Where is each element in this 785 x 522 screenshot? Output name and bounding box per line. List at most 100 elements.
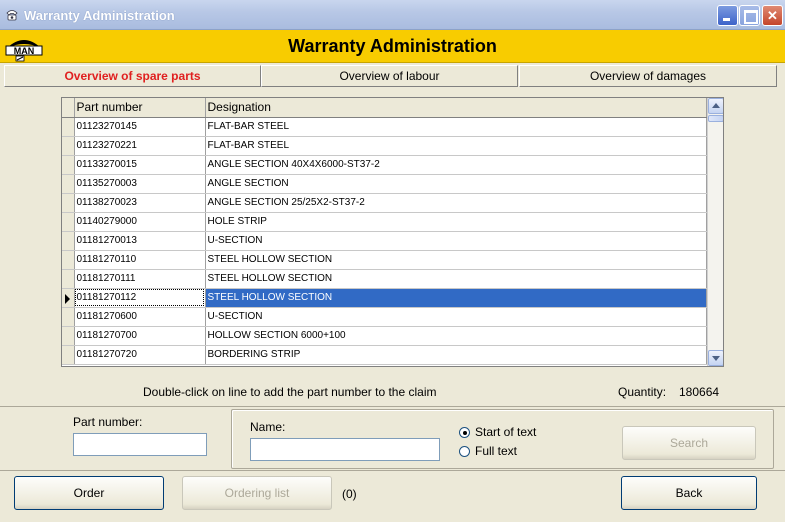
maximize-icon	[740, 6, 759, 25]
table-row[interactable]: 01135270003 ANGLE SECTION	[62, 174, 707, 194]
table-row[interactable]: 01181270013 U-SECTION	[62, 231, 707, 251]
table-row[interactable]: 01181270111 STEEL HOLLOW SECTION	[62, 269, 707, 289]
bottom-bar: Order Ordering list (0) Back	[0, 470, 785, 522]
cell-part-number[interactable]: 01140279000	[74, 212, 206, 232]
cell-part-number[interactable]: 01181270700	[74, 326, 206, 346]
part-number-label: Part number:	[73, 415, 143, 429]
back-button[interactable]: Back	[621, 476, 757, 510]
cell-designation[interactable]: HOLE STRIP	[205, 212, 707, 232]
arrow-down-icon	[712, 356, 720, 361]
cell-designation[interactable]: FLAT-BAR STEEL	[205, 136, 707, 156]
name-search-group: Name: Start of text Full text Search	[231, 409, 774, 469]
close-button[interactable]: ✕	[762, 5, 783, 26]
quantity-value: 180664	[679, 385, 720, 399]
cell-designation[interactable]: ANGLE SECTION 25/25X2-ST37-2	[205, 193, 707, 213]
row-indicator[interactable]	[62, 193, 75, 213]
scroll-up-button[interactable]	[708, 98, 723, 114]
scroll-down-button[interactable]	[708, 350, 723, 366]
cell-designation[interactable]: STEEL HOLLOW SECTION	[205, 288, 707, 308]
name-input[interactable]	[250, 438, 440, 461]
table-row[interactable]: 01181270720 BORDERING STRIP	[62, 345, 707, 365]
minimize-button[interactable]	[717, 5, 738, 26]
ordering-count: (0)	[342, 487, 357, 501]
grid-hint: Double-click on line to add the part num…	[143, 385, 437, 399]
row-indicator-header	[62, 98, 75, 118]
tab-damages[interactable]: Overview of damages	[519, 65, 777, 87]
grid-scrollbar[interactable]	[707, 98, 723, 366]
cell-part-number[interactable]: 01181270013	[74, 231, 206, 251]
cell-part-number[interactable]: 01181270111	[74, 269, 206, 289]
cell-designation[interactable]: BORDERING STRIP	[205, 345, 707, 365]
table-row[interactable]: 01123270145 FLAT-BAR STEEL	[62, 117, 707, 137]
window-title: Warranty Administration	[24, 8, 175, 23]
row-indicator[interactable]	[62, 155, 75, 175]
current-row-pointer-icon	[65, 293, 70, 304]
search-panel: Part number: Name: Start of text Full te…	[0, 406, 785, 470]
cell-part-number[interactable]: 01181270720	[74, 345, 206, 365]
logo-text: MAN	[14, 46, 35, 56]
cell-designation[interactable]: STEEL HOLLOW SECTION	[205, 250, 707, 270]
scroll-thumb[interactable]	[708, 115, 723, 122]
cell-part-number[interactable]: 01181270600	[74, 307, 206, 327]
spare-parts-grid[interactable]: Part number Designation 01123270145 FLAT-…	[61, 97, 724, 367]
part-number-input[interactable]	[73, 433, 207, 456]
table-row[interactable]: 01181270600 U-SECTION	[62, 307, 707, 327]
cell-designation[interactable]: U-SECTION	[205, 307, 707, 327]
cell-designation[interactable]: ANGLE SECTION	[205, 174, 707, 194]
telephone-icon	[6, 10, 18, 21]
table-row[interactable]: 01181270700 HOLLOW SECTION 6000+100	[62, 326, 707, 346]
maximize-button[interactable]	[739, 5, 760, 26]
order-button[interactable]: Order	[14, 476, 164, 510]
cell-part-number[interactable]: 01123270221	[74, 136, 206, 156]
row-indicator[interactable]	[62, 231, 75, 251]
start-of-text-radio[interactable]	[459, 427, 470, 438]
ordering-list-button[interactable]: Ordering list	[182, 476, 332, 510]
table-row[interactable]: 01181270112 STEEL HOLLOW SECTION	[62, 288, 707, 308]
column-header-part-number[interactable]: Part number	[74, 98, 206, 118]
tab-spare-parts[interactable]: Overview of spare parts	[4, 65, 261, 87]
table-row[interactable]: 01133270015 ANGLE SECTION 40X4X6000-ST37-…	[62, 155, 707, 175]
table-row[interactable]: 01181270110 STEEL HOLLOW SECTION	[62, 250, 707, 270]
table-row[interactable]: 01140279000 HOLE STRIP	[62, 212, 707, 232]
cell-part-number[interactable]: 01135270003	[74, 174, 206, 194]
cell-designation[interactable]: STEEL HOLLOW SECTION	[205, 269, 707, 289]
cell-designation[interactable]: ANGLE SECTION 40X4X6000-ST37-2	[205, 155, 707, 175]
cell-designation[interactable]: HOLLOW SECTION 6000+100	[205, 326, 707, 346]
row-indicator[interactable]	[62, 117, 75, 137]
row-indicator[interactable]	[62, 174, 75, 194]
cell-designation[interactable]: U-SECTION	[205, 231, 707, 251]
table-row[interactable]: 01138270023 ANGLE SECTION 25/25X2-ST37-2	[62, 193, 707, 213]
column-header-designation[interactable]: Designation	[205, 98, 707, 118]
row-indicator[interactable]	[62, 288, 75, 308]
table-header-row: Part number Designation	[62, 98, 707, 118]
page-title: Warranty Administration	[288, 36, 497, 56]
quantity-label: Quantity:	[618, 385, 667, 399]
row-indicator[interactable]	[62, 326, 75, 346]
cell-designation[interactable]: FLAT-BAR STEEL	[205, 117, 707, 137]
row-indicator[interactable]	[62, 136, 75, 156]
row-indicator[interactable]	[62, 307, 75, 327]
man-logo: MAN	[5, 40, 43, 62]
row-indicator[interactable]	[62, 269, 75, 289]
window-titlebar[interactable]: Warranty Administration ✕	[0, 0, 785, 30]
search-button[interactable]: Search	[622, 426, 756, 460]
parts-table: Part number Designation 01123270145 FLAT-…	[62, 98, 707, 365]
minimize-icon	[718, 6, 737, 25]
cell-part-number[interactable]: 01123270145	[74, 117, 206, 137]
tab-labour[interactable]: Overview of labour	[261, 65, 518, 87]
table-row[interactable]: 01123270221 FLAT-BAR STEEL	[62, 136, 707, 156]
name-label: Name:	[250, 420, 286, 434]
cell-part-number[interactable]: 01138270023	[74, 193, 206, 213]
full-text-radio[interactable]	[459, 446, 470, 457]
row-indicator[interactable]	[62, 250, 75, 270]
cell-part-number[interactable]: 01181270112	[74, 288, 206, 308]
row-indicator[interactable]	[62, 212, 75, 232]
tab-bar: Overview of spare parts Overview of labo…	[0, 64, 785, 88]
cell-part-number[interactable]: 01181270110	[74, 250, 206, 270]
cell-part-number[interactable]: 01133270015	[74, 155, 206, 175]
arrow-up-icon	[712, 103, 720, 108]
close-icon: ✕	[767, 8, 778, 23]
full-text-label[interactable]: Full text	[475, 444, 517, 458]
start-of-text-label[interactable]: Start of text	[475, 425, 536, 439]
row-indicator[interactable]	[62, 345, 75, 365]
